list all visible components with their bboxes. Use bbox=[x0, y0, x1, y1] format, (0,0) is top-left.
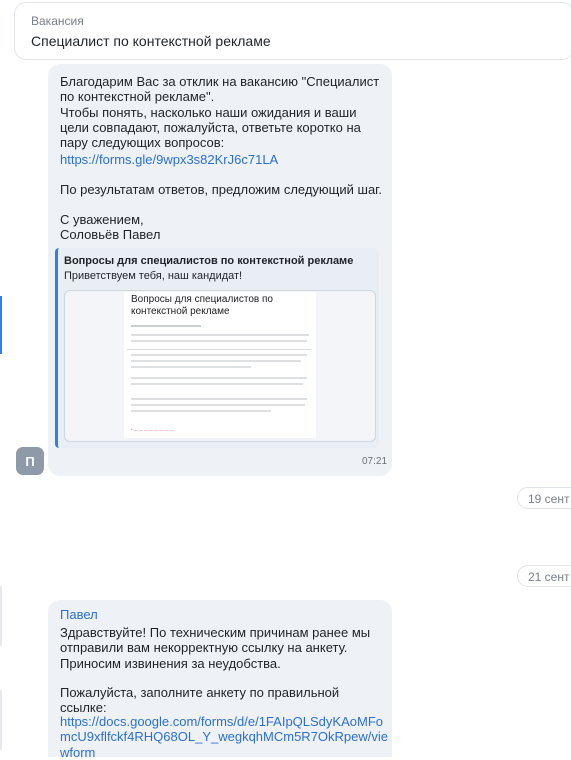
link-preview-description: Приветствуем тебя, наш кандидат! bbox=[64, 270, 243, 282]
message-text: Здравствуйте! По техническим причинам ра… bbox=[60, 625, 374, 671]
form-link[interactable]: https://docs.google.com/forms/d/e/1FAIpQ… bbox=[60, 714, 390, 760]
form-text-line bbox=[131, 340, 307, 342]
form-text-line bbox=[131, 383, 303, 385]
vacancy-header[interactable]: Вакансия Специалист по контекстной рекла… bbox=[14, 2, 571, 60]
link-preview-title: Вопросы для специалистов по контекстной … bbox=[64, 255, 354, 267]
message-sender[interactable]: Павел bbox=[60, 607, 98, 622]
selection-indicator bbox=[0, 296, 2, 354]
form-divider bbox=[127, 349, 311, 350]
sender-avatar[interactable]: П bbox=[16, 447, 44, 475]
form-text-line bbox=[131, 334, 309, 336]
form-text-line bbox=[131, 354, 307, 356]
form-text-line bbox=[131, 398, 307, 400]
vacancy-label: Вакансия bbox=[31, 14, 84, 28]
message-text: Пожалуйста, заполните анкету по правильн… bbox=[60, 685, 340, 715]
form-text-line bbox=[131, 404, 305, 406]
date-separator: 19 сент bbox=[517, 487, 571, 509]
vacancy-title: Специалист по контекстной рекламе bbox=[31, 33, 271, 49]
form-thumbnail-title: Вопросы для специалистов по контекстной … bbox=[131, 294, 273, 317]
message-text-closing: По результатам ответов, предложим следую… bbox=[60, 182, 382, 242]
message-time: 07:21 bbox=[362, 456, 388, 467]
form-required-note: * — — — — — — — — bbox=[131, 427, 174, 432]
message-text: Благодарим Вас за отклик на вакансию "Сп… bbox=[60, 74, 380, 151]
form-text-line bbox=[131, 325, 201, 327]
date-separator: 21 сент bbox=[517, 565, 571, 587]
scroll-divider bbox=[0, 586, 2, 646]
form-text-line bbox=[131, 360, 301, 362]
form-text-line bbox=[131, 377, 307, 379]
form-text-line bbox=[131, 366, 251, 368]
form-link[interactable]: https://forms.gle/9wpx3s82KrJ6c71LA bbox=[60, 152, 278, 167]
form-text-line bbox=[131, 410, 271, 412]
scroll-divider bbox=[0, 690, 2, 750]
